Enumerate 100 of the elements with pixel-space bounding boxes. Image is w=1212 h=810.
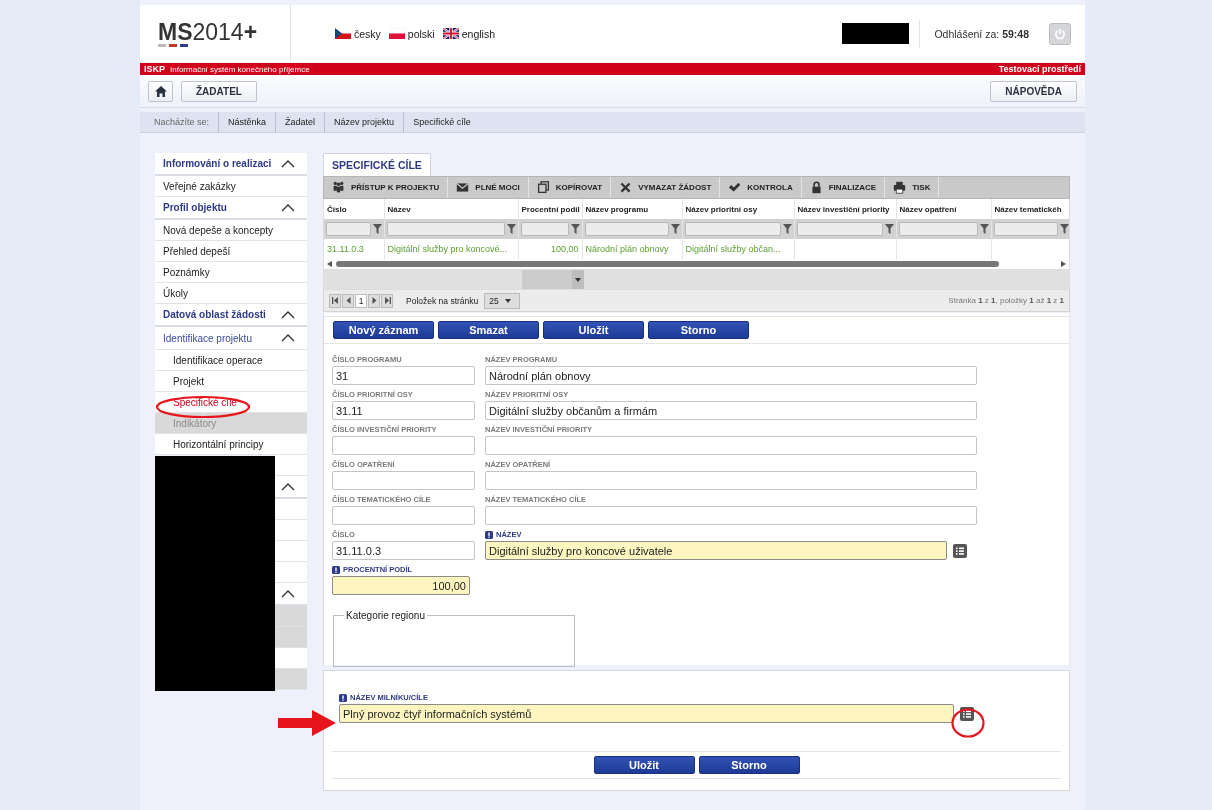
filter-field[interactable]	[684, 222, 781, 236]
input-field[interactable]	[485, 506, 977, 525]
environment-label: Testovací prostředí	[998, 64, 1081, 74]
input-field[interactable]: 100,00	[332, 576, 470, 595]
sidebar-item[interactable]	[275, 499, 307, 520]
logout-timer: Odhlášení za: 59:48	[934, 27, 1029, 40]
page-size-select[interactable]: 25	[484, 292, 521, 309]
form-button[interactable]: Storno	[648, 321, 749, 339]
input-field[interactable]	[332, 506, 475, 525]
page-size-label: Položek na stránku	[406, 295, 479, 306]
sidebar-group[interactable]: Identifikace projektu	[155, 327, 307, 350]
envelope-icon	[456, 181, 470, 194]
filter-field[interactable]	[386, 222, 505, 236]
sidebar-item[interactable]	[275, 562, 307, 583]
filter-field[interactable]	[326, 222, 371, 236]
sidebar-section[interactable]: Informování o realizaci	[155, 153, 307, 176]
logo: MS2014+	[158, 19, 259, 44]
list-button[interactable]	[953, 543, 967, 558]
input-field[interactable]: Národní plán obnovy	[485, 366, 977, 385]
sidebar-item[interactable]: Horizontální principy	[155, 434, 307, 455]
language-link[interactable]: polski	[388, 27, 435, 40]
filter-field[interactable]	[898, 222, 978, 236]
next-page-icon	[370, 297, 378, 304]
polish-flag-icon	[388, 28, 405, 39]
input-field[interactable]: Plný provoz čtyř informačních systémů	[339, 704, 954, 723]
input-field[interactable]	[485, 436, 977, 455]
power-button[interactable]	[1049, 22, 1071, 45]
sidebar-item[interactable]: Veřejné zakázky	[155, 176, 307, 197]
form-button[interactable]: Uložit	[593, 756, 695, 774]
tab[interactable]: SPECIFICKÉ CÍLE	[323, 153, 431, 176]
next-page-button[interactable]	[368, 293, 380, 308]
scroll-left-icon	[327, 261, 332, 267]
system-code: ISKP	[144, 64, 165, 74]
annotation-circle	[951, 708, 985, 738]
chevron-up-icon	[281, 309, 295, 320]
previous-page-button[interactable]	[342, 293, 354, 308]
sidebar-item[interactable]: Nová depeše a koncepty	[155, 220, 307, 241]
input-field[interactable]	[332, 471, 475, 490]
breadcrumb-item[interactable]: Nástěnka	[219, 112, 277, 132]
sidebar-item[interactable]	[275, 520, 307, 541]
form-button[interactable]: Smazat	[438, 321, 539, 339]
sidebar-item[interactable]: Projekt	[155, 371, 307, 392]
sidebar-item[interactable]: Identifikace operace	[155, 350, 307, 371]
cross-icon	[619, 181, 633, 194]
input-field[interactable]	[485, 471, 977, 490]
sidebar-item[interactable]: Poznámky	[155, 262, 307, 283]
input-field[interactable]: 31	[332, 366, 475, 385]
group-legend: Kategorie regionu	[344, 610, 427, 621]
sidebar-section[interactable]	[275, 476, 307, 499]
british-flag-icon	[442, 28, 459, 39]
breadcrumb-item[interactable]: Specifické cíle	[404, 112, 480, 132]
scroll-right-icon	[1061, 261, 1066, 267]
chevron-up-icon	[281, 202, 295, 213]
annotation-arrow	[278, 710, 336, 736]
sidebar-section[interactable]	[275, 583, 307, 606]
caret-down-icon	[504, 298, 511, 303]
logo-stripes-icon	[158, 43, 190, 48]
input-field[interactable]: Digitální služby občanům a firmám	[485, 401, 977, 420]
first-page-button[interactable]	[329, 293, 341, 308]
caret-down-icon	[575, 277, 581, 282]
filter-field[interactable]	[584, 222, 669, 236]
form-button[interactable]: Storno	[698, 756, 800, 774]
help-button[interactable]: NÁPOVĚDA	[990, 80, 1077, 102]
filter-field[interactable]	[993, 222, 1058, 236]
horizontal-scrollbar[interactable]	[323, 259, 1070, 270]
breadcrumb-item[interactable]: Žadatel	[276, 112, 326, 132]
pager-summary: Stránka 1 z 1, položky 1 až 1 z 1	[948, 296, 1064, 305]
sidebar-section[interactable]: Profil objektu	[155, 197, 307, 220]
filter-field[interactable]	[796, 222, 883, 236]
breadcrumb-item[interactable]: Název projektu	[325, 112, 405, 132]
funnel-icon	[372, 224, 382, 234]
home-icon	[154, 85, 167, 97]
input-field[interactable]	[332, 436, 475, 455]
copy-icon	[536, 181, 550, 194]
language-link[interactable]: česky	[335, 27, 381, 40]
sidebar-item[interactable]	[275, 648, 307, 669]
chevron-up-icon	[281, 158, 295, 169]
filter-field[interactable]	[520, 222, 569, 236]
sidebar-item[interactable]: Úkoly	[155, 283, 307, 304]
language-link[interactable]: english	[442, 27, 495, 40]
chevron-up-icon	[281, 333, 295, 343]
sidebar-section[interactable]: Datová oblast žádosti	[155, 304, 307, 327]
nav-button[interactable]: ŽADATEL	[181, 80, 257, 102]
input-field[interactable]: 31.11	[332, 401, 475, 420]
page-number[interactable]: 1	[355, 293, 367, 308]
input-field[interactable]: Digitální služby pro koncové uživatele	[485, 541, 947, 560]
input-field[interactable]: 31.11.0.3	[332, 541, 475, 560]
sidebar-item[interactable]	[275, 541, 307, 562]
printer-icon	[893, 181, 907, 194]
sidebar-item[interactable]: Přehled depeší	[155, 241, 307, 262]
home-button[interactable]	[148, 80, 173, 102]
funnel-icon	[1059, 224, 1069, 234]
form-button[interactable]: Nový záznam	[333, 321, 434, 339]
funnel-icon	[979, 224, 989, 234]
dropdown-toggle[interactable]	[522, 270, 584, 289]
funnel-icon	[782, 224, 792, 234]
last-page-button[interactable]	[381, 293, 393, 308]
czech-flag-icon	[335, 28, 351, 39]
form-button[interactable]: Uložit	[543, 321, 644, 339]
sidebar-item[interactable]	[275, 455, 307, 476]
